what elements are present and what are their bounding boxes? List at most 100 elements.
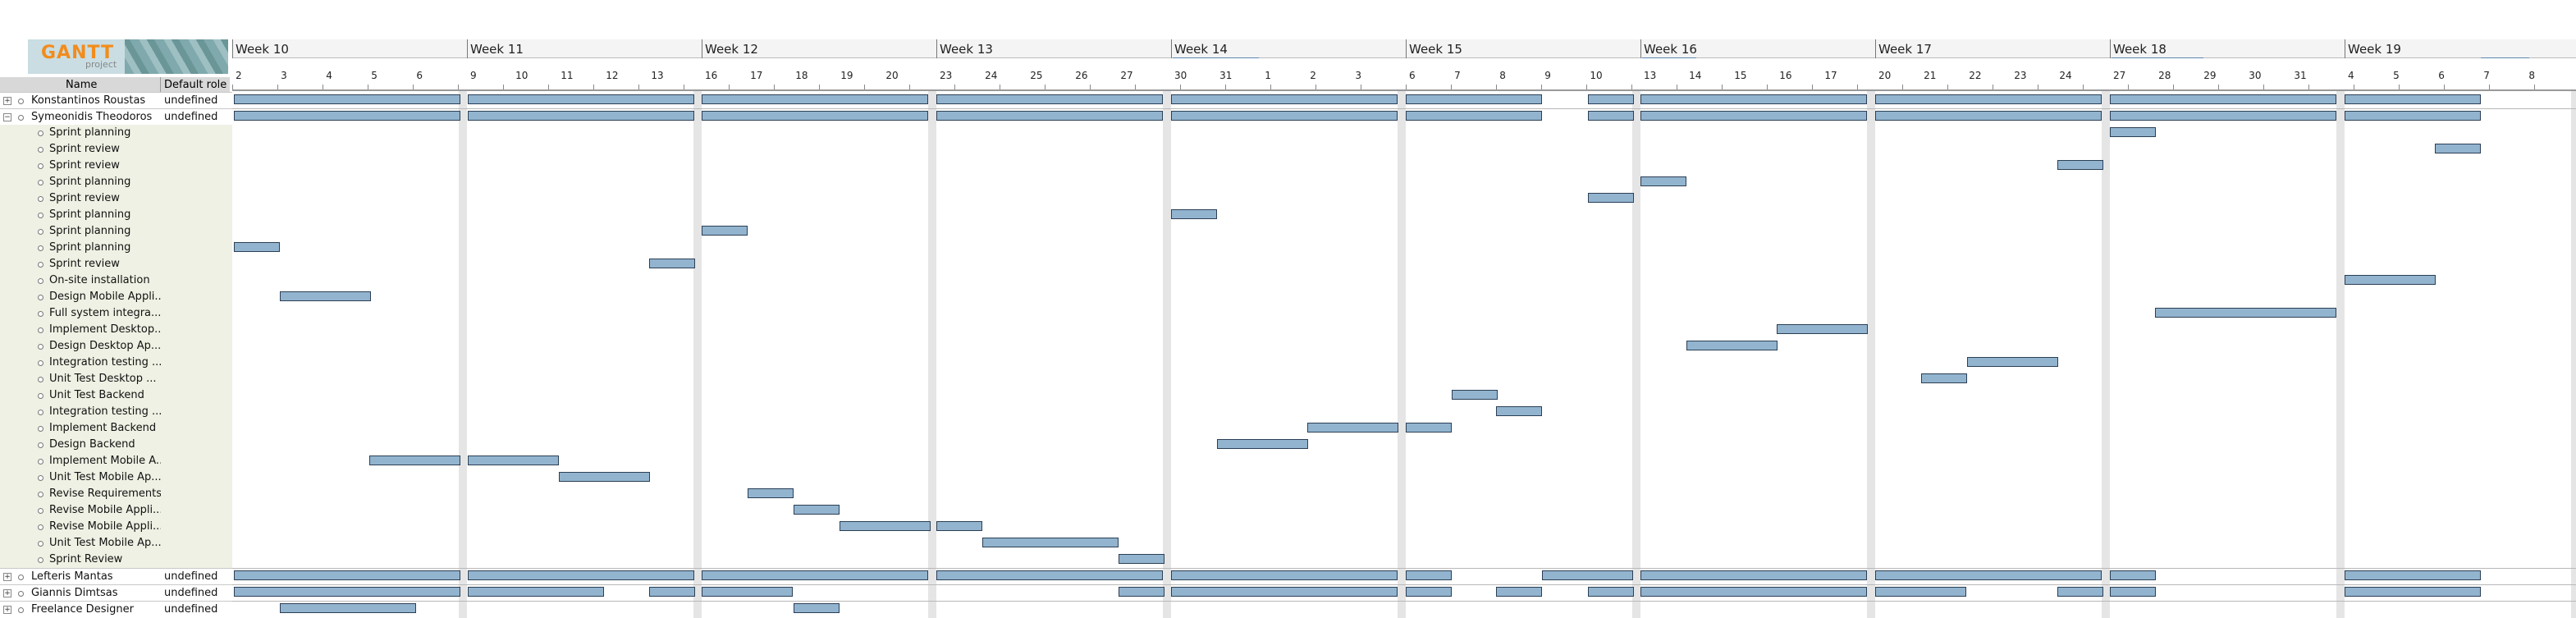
allocation-bar[interactable] xyxy=(2057,587,2103,597)
allocation-bar[interactable] xyxy=(1496,587,1542,597)
task-row[interactable]: Unit Test Mobile Ap... xyxy=(0,469,232,486)
allocation-bar[interactable] xyxy=(1406,111,1542,121)
task-row[interactable]: Implement Mobile A... xyxy=(0,453,232,469)
allocation-bar[interactable] xyxy=(702,111,928,121)
allocation-bar[interactable] xyxy=(2110,127,2156,137)
allocation-bar[interactable] xyxy=(794,603,840,613)
allocation-bar[interactable] xyxy=(2155,308,2336,318)
resource-chart-area[interactable] xyxy=(232,91,2576,618)
task-row[interactable]: Sprint planning xyxy=(0,207,232,223)
allocation-bar[interactable] xyxy=(1875,111,2102,121)
task-row[interactable]: Sprint planning xyxy=(0,223,232,240)
allocation-bar[interactable] xyxy=(1119,587,1164,597)
allocation-bar[interactable] xyxy=(2110,111,2336,121)
allocation-bar[interactable] xyxy=(1640,176,1686,186)
allocation-bar[interactable] xyxy=(649,259,695,268)
allocation-bar[interactable] xyxy=(936,570,1163,580)
column-header-name[interactable]: Name xyxy=(66,79,97,91)
allocation-bar[interactable] xyxy=(702,226,748,236)
task-row[interactable]: Unit Test Mobile Ap... xyxy=(0,535,232,552)
allocation-bar[interactable] xyxy=(982,538,1119,547)
allocation-bar[interactable] xyxy=(794,505,840,515)
allocation-bar[interactable] xyxy=(936,111,1163,121)
allocation-bar[interactable] xyxy=(1171,94,1398,104)
task-row[interactable]: Design Backend xyxy=(0,437,232,453)
allocation-bar[interactable] xyxy=(1875,570,2102,580)
allocation-bar[interactable] xyxy=(2345,111,2481,121)
allocation-bar[interactable] xyxy=(1588,193,1634,203)
allocation-bar[interactable] xyxy=(2435,144,2481,153)
allocation-bar[interactable] xyxy=(559,472,650,482)
allocation-bar[interactable] xyxy=(936,521,982,531)
task-row[interactable]: Integration testing ... xyxy=(0,404,232,420)
expand-toggle-icon[interactable]: + xyxy=(3,589,11,597)
expand-toggle-icon[interactable]: + xyxy=(3,573,11,581)
allocation-bar[interactable] xyxy=(1171,111,1398,121)
task-row[interactable]: Sprint planning xyxy=(0,174,232,190)
allocation-bar[interactable] xyxy=(1171,587,1398,597)
allocation-bar[interactable] xyxy=(234,587,460,597)
allocation-bar[interactable] xyxy=(468,94,694,104)
allocation-bar[interactable] xyxy=(2110,570,2156,580)
task-row[interactable]: Implement Desktop... xyxy=(0,322,232,338)
task-row[interactable]: Revise Requirements xyxy=(0,486,232,502)
task-row[interactable]: Unit Test Backend xyxy=(0,387,232,404)
task-row[interactable]: Sprint review xyxy=(0,158,232,174)
allocation-bar[interactable] xyxy=(1171,570,1398,580)
column-separator[interactable] xyxy=(160,77,161,92)
resource-row[interactable]: + Giannis Dimtsas undefined xyxy=(0,584,232,602)
resource-row[interactable]: + Konstantinos Roustas undefined xyxy=(0,92,232,109)
task-row[interactable]: Implement Backend xyxy=(0,420,232,437)
task-row[interactable]: Full system integra... xyxy=(0,305,232,322)
collapse-toggle-icon[interactable]: − xyxy=(3,113,11,121)
allocation-bar[interactable] xyxy=(1452,390,1498,400)
allocation-bar[interactable] xyxy=(702,94,928,104)
allocation-bar[interactable] xyxy=(280,603,416,613)
allocation-bar[interactable] xyxy=(1588,587,1634,597)
task-row[interactable]: Design Mobile Appli... xyxy=(0,289,232,305)
task-row[interactable]: Integration testing ... xyxy=(0,355,232,371)
allocation-bar[interactable] xyxy=(1406,570,1452,580)
allocation-bar[interactable] xyxy=(702,587,793,597)
task-row[interactable]: Sprint review xyxy=(0,141,232,158)
task-row[interactable]: Revise Mobile Appli... xyxy=(0,502,232,519)
allocation-bar[interactable] xyxy=(369,455,460,465)
allocation-bar[interactable] xyxy=(2345,275,2436,285)
allocation-bar[interactable] xyxy=(1119,554,1164,564)
allocation-bar[interactable] xyxy=(1588,111,1634,121)
resource-row[interactable]: + Freelance Designer undefined xyxy=(0,601,232,618)
allocation-bar[interactable] xyxy=(1217,439,1308,449)
allocation-bar[interactable] xyxy=(234,111,460,121)
allocation-bar[interactable] xyxy=(280,291,371,301)
allocation-bar[interactable] xyxy=(1921,373,1967,383)
allocation-bar[interactable] xyxy=(2345,587,2481,597)
allocation-bar[interactable] xyxy=(468,111,694,121)
allocation-bar[interactable] xyxy=(1542,570,1633,580)
column-header-role[interactable]: Default role xyxy=(164,79,226,91)
allocation-bar[interactable] xyxy=(1406,94,1542,104)
allocation-bar[interactable] xyxy=(1640,570,1867,580)
allocation-bar[interactable] xyxy=(2345,570,2481,580)
allocation-bar[interactable] xyxy=(840,521,931,531)
allocation-bar[interactable] xyxy=(1496,406,1542,416)
allocation-bar[interactable] xyxy=(1875,94,2102,104)
allocation-bar[interactable] xyxy=(468,570,694,580)
allocation-bar[interactable] xyxy=(1640,111,1867,121)
allocation-bar[interactable] xyxy=(1640,94,1867,104)
resource-row[interactable]: − Symeonidis Theodoros undefined xyxy=(0,108,232,126)
allocation-bar[interactable] xyxy=(1307,423,1398,433)
allocation-bar[interactable] xyxy=(1967,357,2058,367)
task-row[interactable]: Sprint review xyxy=(0,256,232,272)
allocation-bar[interactable] xyxy=(234,242,280,252)
resource-row[interactable]: + Lefteris Mantas undefined xyxy=(0,568,232,585)
allocation-bar[interactable] xyxy=(234,94,460,104)
allocation-bar[interactable] xyxy=(1777,324,1868,334)
allocation-bar[interactable] xyxy=(702,570,928,580)
allocation-bar[interactable] xyxy=(1588,94,1634,104)
allocation-bar[interactable] xyxy=(1406,587,1452,597)
expand-toggle-icon[interactable]: + xyxy=(3,606,11,614)
allocation-bar[interactable] xyxy=(2110,587,2156,597)
allocation-bar[interactable] xyxy=(1686,341,1778,350)
expand-toggle-icon[interactable]: + xyxy=(3,97,11,105)
allocation-bar[interactable] xyxy=(468,587,604,597)
